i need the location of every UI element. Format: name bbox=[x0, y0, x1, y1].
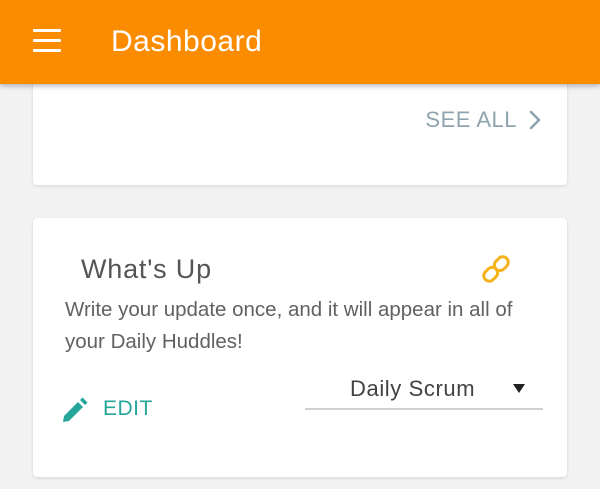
see-all-button[interactable]: SEE ALL bbox=[425, 106, 541, 134]
app-bar: Dashboard bbox=[0, 0, 600, 84]
page-title: Dashboard bbox=[111, 25, 263, 58]
hamburger-menu-icon[interactable] bbox=[28, 27, 66, 57]
link-icon[interactable] bbox=[479, 252, 513, 286]
menu-line bbox=[33, 29, 61, 32]
huddle-select[interactable]: Daily Scrum bbox=[305, 374, 543, 410]
caret-down-icon bbox=[513, 384, 525, 393]
whats-up-card: What's Up Write your update once, and it… bbox=[33, 218, 567, 477]
chevron-right-icon bbox=[529, 110, 541, 130]
whats-up-title: What's Up bbox=[81, 254, 212, 284]
edit-label: EDIT bbox=[103, 397, 153, 420]
see-all-label: SEE ALL bbox=[425, 107, 517, 132]
whats-up-description: Write your update once, and it will appe… bbox=[65, 298, 513, 353]
pencil-icon bbox=[63, 397, 88, 422]
huddle-select-value: Daily Scrum bbox=[350, 376, 476, 401]
menu-line bbox=[33, 39, 61, 42]
menu-line bbox=[33, 49, 61, 52]
edit-button[interactable]: EDIT bbox=[59, 394, 153, 424]
